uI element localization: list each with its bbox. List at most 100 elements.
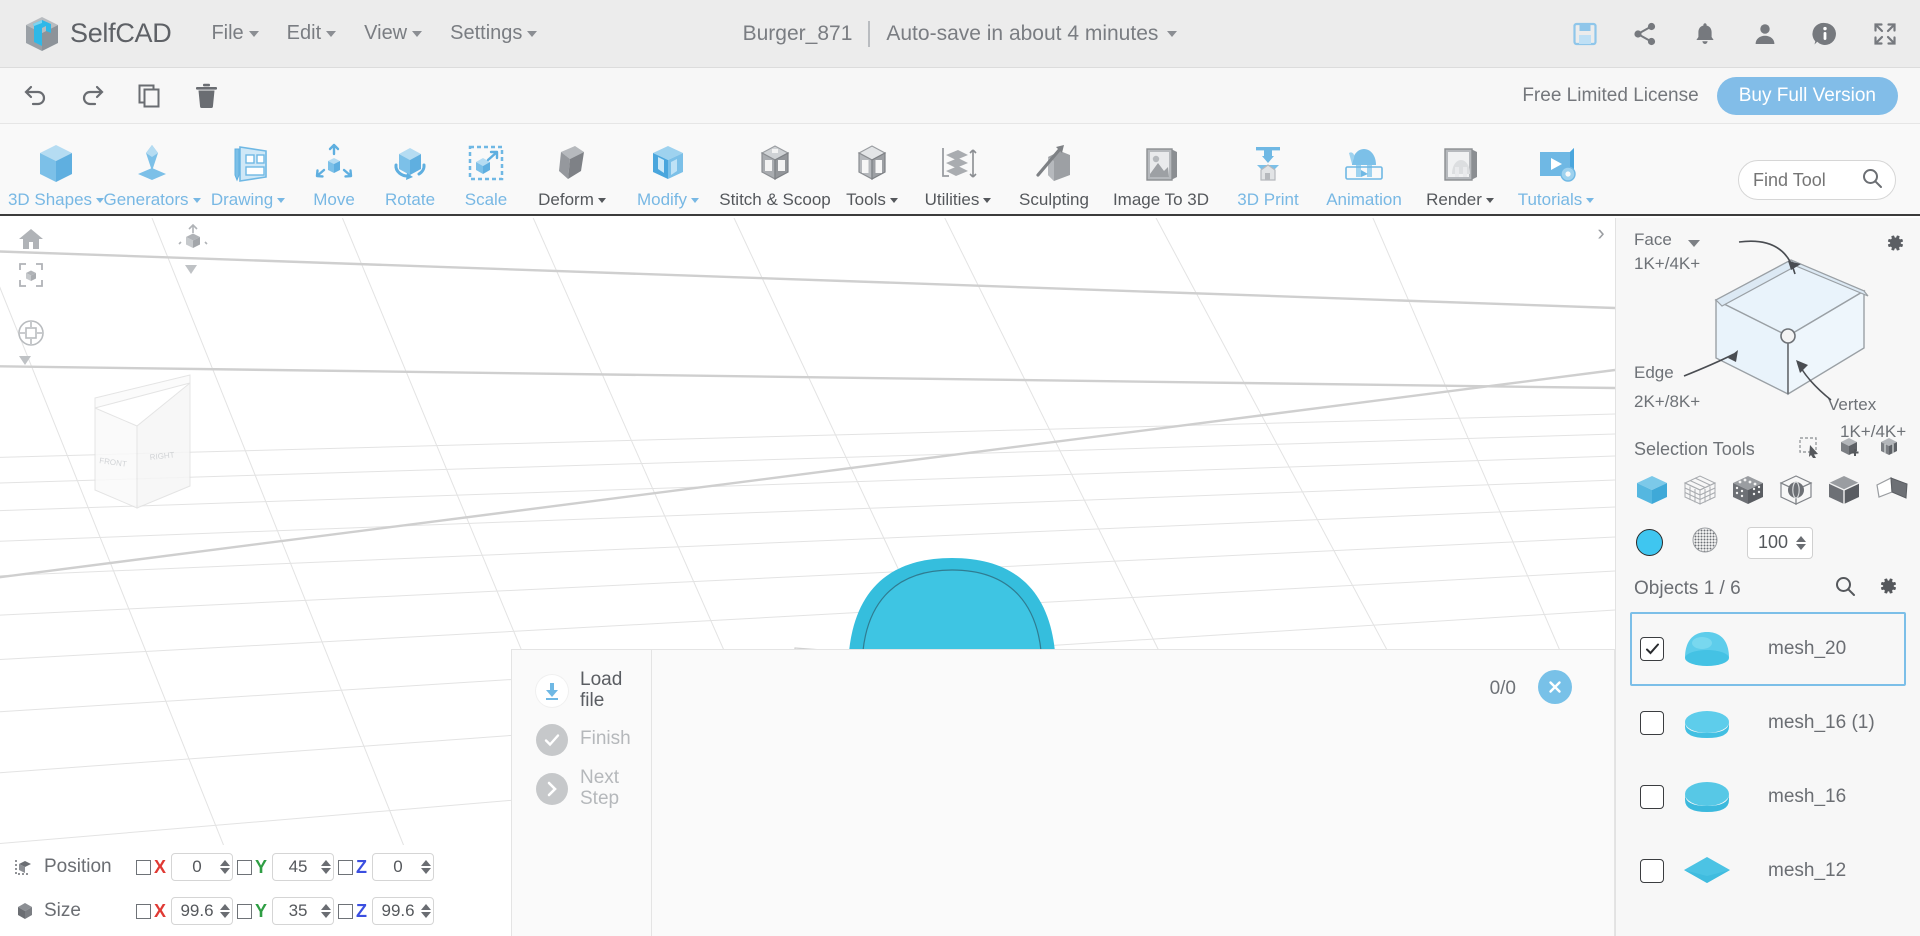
info-icon[interactable] [1812,21,1838,47]
stepper-arrows[interactable] [1796,535,1806,550]
list-item[interactable]: mesh_20 [1630,612,1906,686]
selection-tools-label: Selection Tools [1634,439,1755,459]
object-visibility-checkbox[interactable] [1640,859,1664,883]
list-item[interactable]: mesh_16 (1) [1630,686,1906,760]
menu-view-label: View [364,22,408,44]
object-mode-icon[interactable] [1634,473,1670,512]
menu-view[interactable]: View [364,22,423,45]
tool-generators[interactable]: Generators [103,137,201,214]
size-z-checkbox[interactable] [338,903,354,919]
fullscreen-icon[interactable] [1872,21,1898,47]
stepper-arrows[interactable] [321,904,332,918]
list-item[interactable]: mesh_12 [1630,834,1906,908]
size-y-input[interactable] [279,901,318,921]
wizard-step-next[interactable]: Next Step [512,767,651,810]
orbit-pivot-button[interactable] [16,318,46,353]
stepper-arrows[interactable] [321,860,332,874]
view-cube-dropdown[interactable] [182,262,200,281]
tool-animation[interactable]: Animation [1316,137,1412,214]
close-icon[interactable] [1538,670,1572,704]
wizard-step-load-file[interactable]: Load file [512,669,651,712]
position-z-stepper[interactable] [372,853,435,881]
position-x-input[interactable] [178,857,217,877]
menu-edit[interactable]: Edit [287,22,337,45]
object-thumbnail-diamond-icon [1680,850,1734,892]
size-y-checkbox[interactable] [237,903,253,919]
delete-button[interactable] [193,82,220,109]
tool-stitch-scoop[interactable]: Stitch & Scoop [716,137,834,214]
find-tool-input[interactable] [1753,169,1853,191]
menu-file[interactable]: File [211,22,259,45]
tool-tutorials[interactable]: Tutorials [1508,137,1604,214]
object-visibility-checkbox[interactable] [1640,637,1664,661]
position-y-input[interactable] [279,857,318,877]
flat-face-mode-icon[interactable] [1874,473,1910,512]
stepper-arrows[interactable] [220,904,231,918]
tool-3d-print[interactable]: 3D Print [1220,137,1316,214]
menu-settings[interactable]: Settings [450,22,538,45]
view-cube-axis-button[interactable] [178,223,208,261]
tool-3d-shapes[interactable]: 3D Shapes [8,137,105,214]
position-x-stepper[interactable] [171,853,234,881]
list-item[interactable]: mesh_16 [1630,760,1906,834]
size-x-checkbox[interactable] [136,903,151,919]
tool-rotate[interactable]: Rotate [372,137,448,214]
panel-expander-button[interactable]: › [1588,218,1614,248]
tool-tools[interactable]: Tools [834,137,910,214]
stepper-arrows[interactable] [421,860,432,874]
size-z-input[interactable] [379,901,418,921]
tool-deform[interactable]: Deform [524,137,620,214]
tool-utilities[interactable]: Utilities [910,137,1006,214]
position-y-group: Y [237,853,335,881]
rectangle-select-icon[interactable] [1798,436,1822,463]
fit-to-view-button[interactable] [18,262,44,293]
size-x-input[interactable] [178,901,217,921]
home-view-button[interactable] [18,226,44,257]
tool-drawing[interactable]: Drawing [200,137,296,214]
share-icon[interactable] [1632,21,1658,47]
undo-button[interactable] [22,82,49,109]
position-y-stepper[interactable] [272,853,335,881]
tools-cube-icon [848,137,896,187]
size-z-stepper[interactable] [372,897,435,925]
color-swatch[interactable] [1636,529,1663,556]
notifications-bell-icon[interactable] [1692,21,1718,47]
wizard-step-finish[interactable]: Finish [512,723,651,756]
tool-render[interactable]: Render [1412,137,1508,214]
tool-modify[interactable]: Modify [620,137,716,214]
tool-scale[interactable]: Scale [448,137,524,214]
save-icon[interactable] [1572,21,1598,47]
stepper-arrows[interactable] [421,904,432,918]
opacity-stepper[interactable] [1747,526,1813,559]
copy-button[interactable] [136,82,163,109]
object-visibility-checkbox[interactable] [1640,711,1664,735]
position-z-input[interactable] [379,857,418,877]
size-x-stepper[interactable] [171,897,234,925]
tool-image-to-3d[interactable]: Image To 3D [1102,137,1220,214]
opacity-input[interactable] [1758,532,1790,553]
chevron-down-icon [326,30,337,37]
polygon-mode-icon[interactable] [1730,473,1766,512]
object-visibility-checkbox[interactable] [1640,785,1664,809]
redo-button[interactable] [79,82,106,109]
wireframe-mode-icon[interactable] [1682,473,1718,512]
objects-settings-gear-icon[interactable] [1876,575,1898,602]
position-y-checkbox[interactable] [237,859,253,875]
orbit-pivot-dropdown[interactable] [16,353,34,372]
tool-sculpting[interactable]: Sculpting [1006,137,1102,214]
half-cube-mode-icon[interactable] [1826,473,1862,512]
texture-sphere-icon[interactable] [1691,526,1719,559]
search-icon[interactable] [1861,167,1883,194]
position-z-checkbox[interactable] [338,859,354,875]
buy-full-version-button[interactable]: Buy Full Version [1716,77,1898,115]
search-objects-icon[interactable] [1834,575,1856,602]
autosave-status[interactable]: Auto-save in about 4 minutes [886,22,1178,46]
user-account-icon[interactable] [1752,21,1778,47]
size-y-stepper[interactable] [272,897,335,925]
tool-move[interactable]: Move [296,137,372,214]
find-tool-search[interactable] [1738,160,1896,200]
position-x-checkbox[interactable] [136,859,151,875]
sphere-in-cube-mode-icon[interactable] [1778,473,1814,512]
chevron-down-icon [983,197,992,203]
stepper-arrows[interactable] [220,860,231,874]
